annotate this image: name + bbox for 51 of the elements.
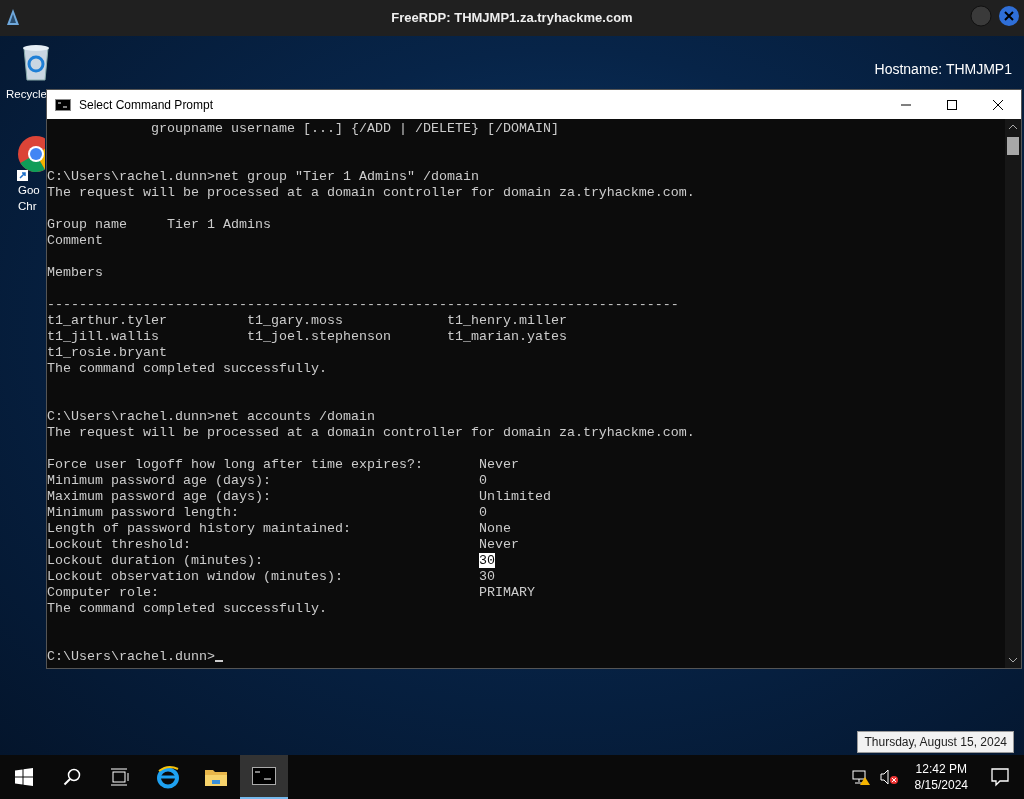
scrollbar-thumb[interactable] (1007, 137, 1019, 155)
console-line: C:\Users\rachel.dunn>net group "Tier 1 Admins" /domain (47, 169, 480, 185)
console-line: Computer role: PRIMARY (47, 585, 536, 601)
console-line: The request will be processed at a domain controller for domain za.tryhackme.com. (47, 425, 696, 441)
console-line: t1_arthur.tyler t1_gary.moss t1_henry.miller (47, 313, 568, 329)
console-line: Comment (47, 233, 104, 249)
console-line: Length of password history maintained: None (47, 521, 512, 537)
close-icon (992, 98, 1004, 111)
system-info-text: Hostname: THMJMP1 (874, 60, 1012, 78)
shortcut-arrow-icon (17, 170, 28, 181)
console-line: Minimum password length: 0 (47, 505, 488, 521)
icon-label: Chr (18, 199, 37, 214)
task-view-icon (110, 768, 130, 786)
console-line: Maximum password age (days): Unlimited (47, 489, 552, 505)
windows-logo-icon (15, 768, 33, 786)
console-line: Lockout threshold: Never (47, 537, 520, 553)
console-line: groupname username [...] {/ADD | /DELETE} [/DOMAIN] (149, 121, 560, 137)
window-title: Select Command Prompt (79, 96, 214, 114)
console-line: Force user logoff how long after time expires?: Never (47, 457, 520, 473)
icon-label: Recycle (6, 87, 47, 102)
speaker-muted-icon[interactable] (878, 768, 899, 786)
network-warning-icon[interactable] (850, 768, 871, 786)
console-line: The command completed successfully. (47, 601, 328, 617)
maximize-icon (946, 98, 958, 111)
scroll-up-icon[interactable] (1008, 123, 1018, 131)
console-line: Group name Tier 1 Admins (47, 217, 272, 233)
console-line: Members (47, 265, 104, 281)
app-logo-icon (6, 8, 20, 26)
console-line: Minimum password age (days): 0 (47, 473, 488, 489)
console-line: t1_rosie.bryant (47, 345, 168, 361)
console-line: ------------------------------------------------------------------------------- (47, 297, 680, 313)
scrollbar[interactable] (1005, 119, 1021, 668)
scroll-down-icon[interactable] (1008, 656, 1018, 664)
date-tooltip: Thursday, August 15, 2024 (857, 731, 1014, 753)
terminal-icon (252, 767, 276, 785)
console-line: The request will be processed at a domain controller for domain za.tryhackme.com. (47, 185, 696, 201)
taskbar-clock[interactable]: 12:42 PM 8/15/2024 (906, 761, 976, 793)
console-line: t1_jill.wallis t1_joel.stephenson t1_marian.yates (47, 329, 568, 345)
console-line: The command completed successfully. (47, 361, 328, 377)
console-line: C:\Users\rachel.dunn>net accounts /domain (47, 409, 376, 425)
console-line: Lockout duration (minutes): 30 (47, 553, 496, 569)
browser-icon (156, 765, 180, 789)
search-icon (63, 768, 81, 786)
console-line: Lockout observation window (minutes): 30 (47, 569, 496, 585)
command-prompt-button[interactable] (240, 755, 288, 799)
close-button[interactable] (998, 5, 1020, 27)
folder-icon (204, 767, 228, 787)
window-title: FreeRDP: THMJMP1.za.tryhackme.com (391, 9, 633, 28)
console-line: C:\Users\rachel.dunn> (47, 649, 1005, 665)
icon-label: Goo (18, 183, 40, 198)
terminal-icon (55, 98, 71, 111)
